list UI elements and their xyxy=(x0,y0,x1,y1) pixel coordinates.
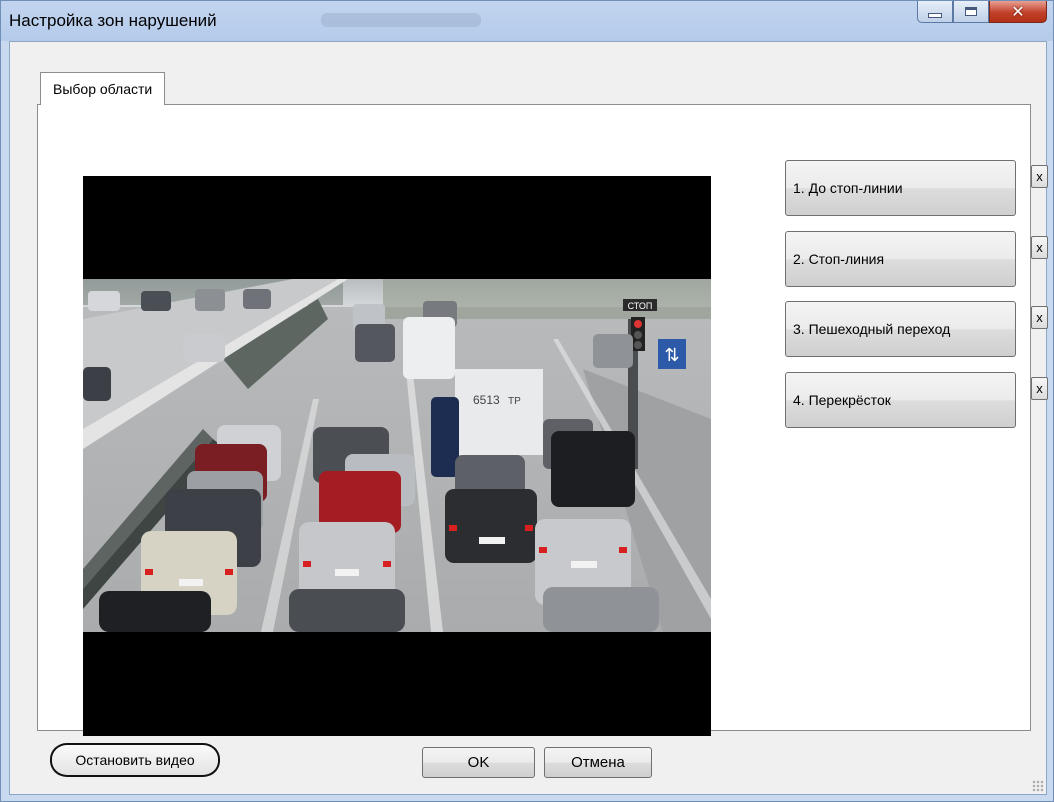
cancel-button[interactable]: Отмена xyxy=(544,747,652,778)
tab-page: ⇅ СТОП 6513 ТР Остановить видео 1. До ст… xyxy=(37,104,1048,777)
close-button[interactable]: ✕ xyxy=(989,1,1047,23)
close-icon: ✕ xyxy=(1011,2,1025,21)
resize-grip[interactable] xyxy=(1032,780,1044,792)
svg-text:⇅: ⇅ xyxy=(664,345,679,366)
video-viewport[interactable]: ⇅ СТОП 6513 ТР xyxy=(83,176,711,736)
zone-button-pedestrian-crossing[interactable]: 3. Пешеходный переход xyxy=(785,301,1016,357)
minimize-icon xyxy=(928,13,942,18)
maximize-icon xyxy=(965,7,977,16)
tab-area-selection[interactable]: Выбор области xyxy=(40,72,166,105)
truck-text-1: 6513 xyxy=(473,393,500,407)
truck-text-2: ТР xyxy=(508,396,521,407)
maximize-button[interactable] xyxy=(953,1,989,23)
caption-buttons: ✕ xyxy=(917,1,1047,23)
zone-button-before-stop-line[interactable]: 1. До стоп-линии xyxy=(785,160,1016,216)
remove-zone-3-button[interactable]: x xyxy=(1031,306,1048,329)
stop-video-button[interactable]: Остановить видео xyxy=(50,743,220,777)
remove-zone-1-button[interactable]: x xyxy=(1031,165,1048,188)
title-bar[interactable]: Настройка зон нарушений ✕ xyxy=(1,1,1053,41)
title-redaction xyxy=(321,13,481,27)
remove-zone-4-button[interactable]: x xyxy=(1031,377,1048,400)
ok-button[interactable]: OK xyxy=(422,747,535,778)
stop-sign-text: СТОП xyxy=(628,301,653,311)
traffic-camera-frame: ⇅ СТОП 6513 ТР xyxy=(83,279,711,632)
dialog-window: Настройка зон нарушений ✕ Выбор области xyxy=(0,0,1054,802)
dialog-client-area: Выбор области ⇅ СТОП 6513 ТР Остановить … xyxy=(9,41,1048,795)
zone-button-stop-line[interactable]: 2. Стоп-линия xyxy=(785,231,1016,287)
minimize-button[interactable] xyxy=(917,1,953,23)
traffic-scene-image: ⇅ СТОП 6513 ТР xyxy=(83,279,711,632)
remove-zone-2-button[interactable]: x xyxy=(1031,236,1048,259)
window-title: Настройка зон нарушений xyxy=(9,11,217,30)
zone-button-intersection[interactable]: 4. Перекрёсток xyxy=(785,372,1016,428)
